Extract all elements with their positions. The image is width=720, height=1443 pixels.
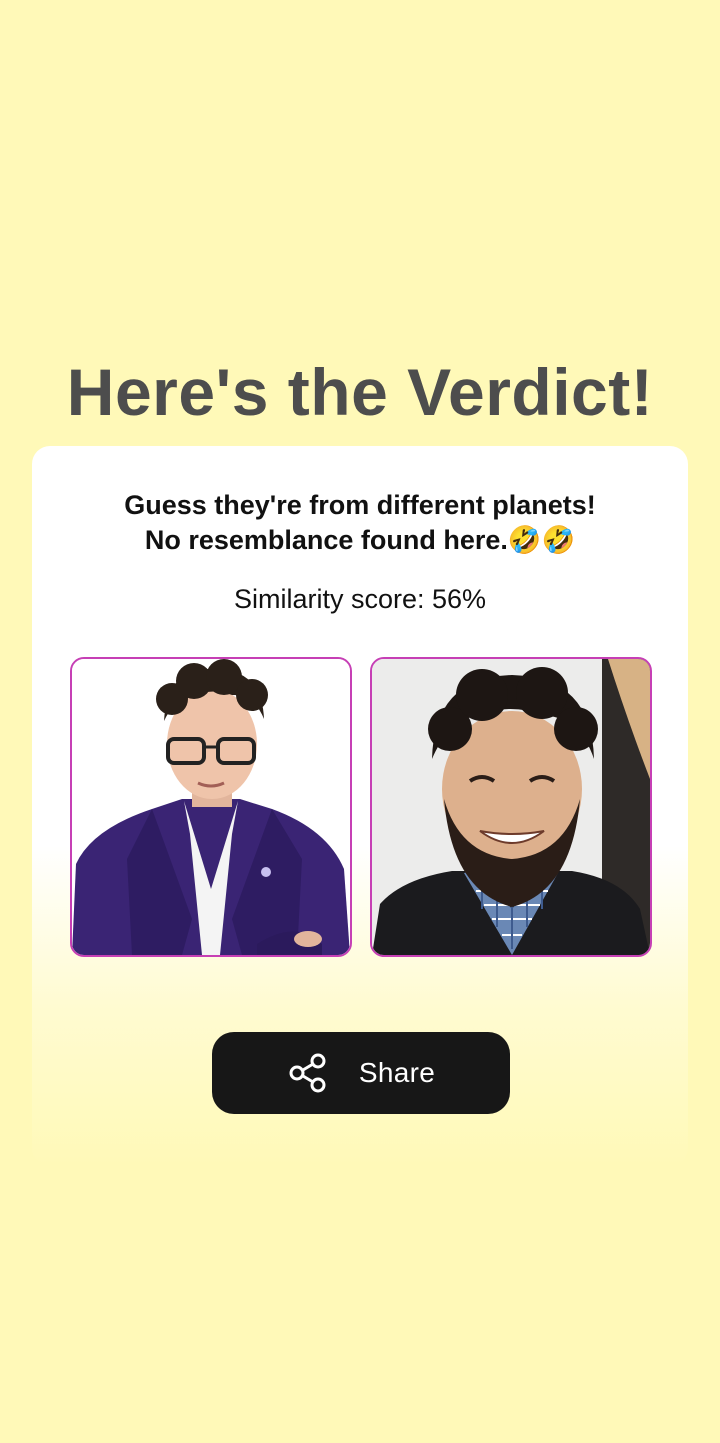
share-button-label: Share (358, 1057, 436, 1088)
portrait-right-image (372, 659, 650, 955)
share-icon (289, 1053, 326, 1093)
portrait-left-image (72, 659, 350, 955)
photo-right (370, 657, 652, 957)
similarity-score: Similarity score: 56% (233, 584, 487, 614)
result-card: Guess they're from different planets! No… (32, 446, 688, 1166)
share-button[interactable]: Share (212, 1032, 510, 1114)
verdict-line-1: Guess they're from different planets! (124, 490, 596, 520)
page-title: Here's the Verdict! (66, 355, 654, 430)
photo-left (70, 657, 352, 957)
verdict-line-2: No resemblance found here.🤣🤣 (144, 525, 576, 555)
verdict-message: Guess they're from different planets! No… (32, 488, 688, 558)
